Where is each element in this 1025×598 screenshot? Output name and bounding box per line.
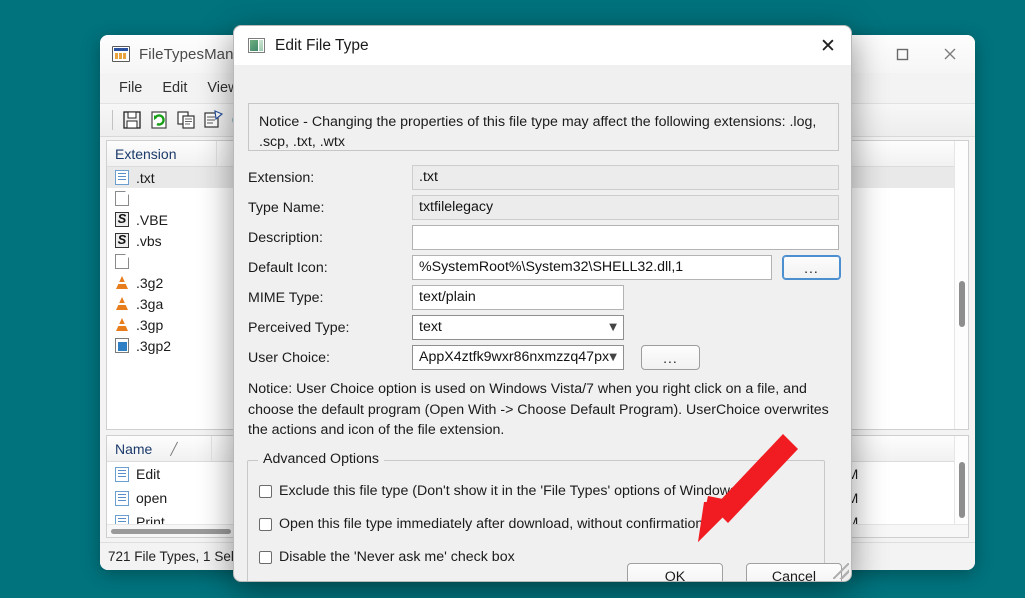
action-name: Edit bbox=[136, 466, 161, 482]
advanced-options-legend: Advanced Options bbox=[258, 451, 384, 467]
field-label-type-name: Type Name: bbox=[248, 200, 325, 216]
dialog-close-button[interactable]: ✕ bbox=[805, 26, 851, 65]
close-icon bbox=[944, 48, 956, 60]
chevron-down-icon: ▼ bbox=[609, 322, 617, 333]
default-icon-browse-button[interactable]: ... bbox=[782, 255, 841, 280]
perceived-type-select[interactable]: text ▼ bbox=[412, 315, 624, 340]
scrollbar-thumb[interactable] bbox=[959, 462, 965, 518]
filetypesman-app-icon bbox=[112, 46, 130, 62]
field-extension: Extension: .txt bbox=[248, 165, 839, 191]
checkbox-row-open-immediately[interactable]: Open this file type immediately after do… bbox=[259, 516, 703, 532]
extension-cell: .3ga bbox=[136, 295, 164, 312]
background-window-title: FileTypesMan bbox=[139, 45, 234, 63]
copy-icon[interactable] bbox=[175, 109, 197, 131]
chevron-down-icon: ▼ bbox=[609, 352, 617, 363]
blank-file-icon bbox=[115, 254, 129, 269]
sort-indicator-icon: ╱ bbox=[170, 441, 178, 456]
extensions-list-scrollbar[interactable] bbox=[954, 141, 968, 429]
notepad-icon bbox=[115, 490, 129, 506]
extension-cell: .3gp bbox=[136, 316, 164, 333]
field-label-extension: Extension: bbox=[248, 170, 315, 186]
text-file-icon bbox=[115, 170, 129, 185]
extension-cell: .VBE bbox=[136, 211, 168, 228]
edit-file-type-dialog[interactable]: Edit File Type ✕ Notice - Changing the p… bbox=[233, 25, 852, 582]
menu-item-file[interactable]: File bbox=[110, 77, 151, 99]
vlc-icon bbox=[115, 317, 129, 332]
default-icon-input[interactable]: %SystemRoot%\System32\SHELL32.dll,1 bbox=[412, 255, 772, 280]
notice-top: Notice - Changing the properties of this… bbox=[248, 103, 839, 151]
notice-bottom: Notice: User Choice option is used on Wi… bbox=[248, 381, 829, 439]
refresh-icon[interactable] bbox=[148, 109, 170, 131]
column-header-name: Name ╱ bbox=[107, 436, 212, 461]
type-name-input[interactable]: txtfilelegacy bbox=[412, 195, 839, 220]
notepad-icon bbox=[115, 466, 129, 482]
mime-type-input[interactable]: text/plain bbox=[412, 285, 624, 310]
checkbox-label-exclude: Exclude this file type (Don't show it in… bbox=[279, 483, 742, 499]
user-choice-browse-button[interactable]: ... bbox=[641, 345, 700, 370]
checkbox-row-disable-never-ask[interactable]: Disable the 'Never ask me' check box bbox=[259, 549, 515, 565]
column-header-extension[interactable]: Extension bbox=[107, 141, 217, 166]
save-icon[interactable] bbox=[121, 109, 143, 131]
user-choice-select[interactable]: AppX4ztfk9wxr86nxmzzq47px ▼ bbox=[412, 345, 624, 370]
maximize-button[interactable] bbox=[879, 35, 925, 73]
field-label-user-choice: User Choice: bbox=[248, 350, 331, 366]
cancel-button[interactable]: Cancel bbox=[746, 563, 842, 581]
toolbar-separator bbox=[112, 110, 113, 130]
perceived-type-value: text bbox=[419, 319, 442, 335]
close-button[interactable] bbox=[925, 35, 975, 73]
dialog-title: Edit File Type bbox=[275, 36, 369, 54]
field-perceived-type: Perceived Type: text ▼ bbox=[248, 315, 839, 341]
field-label-default-icon: Default Icon: bbox=[248, 260, 328, 276]
checkbox-open-immediately[interactable] bbox=[259, 517, 272, 531]
field-label-mime-type: MIME Type: bbox=[248, 290, 324, 306]
advanced-options-group: Advanced Options Exclude this file type … bbox=[247, 451, 825, 581]
checkbox-exclude[interactable] bbox=[259, 484, 272, 498]
checkbox-label-disable-never-ask: Disable the 'Never ask me' check box bbox=[279, 549, 515, 565]
vbscript-icon bbox=[115, 211, 129, 227]
extension-cell: .3g2 bbox=[136, 274, 164, 291]
dialog-titlebar[interactable]: Edit File Type ✕ bbox=[234, 26, 851, 65]
vlc-icon bbox=[115, 296, 129, 311]
field-description: Description: bbox=[248, 225, 839, 251]
field-default-icon: Default Icon: %SystemRoot%\System32\SHEL… bbox=[248, 255, 841, 281]
menu-item-edit[interactable]: Edit bbox=[153, 77, 196, 99]
properties-icon[interactable] bbox=[202, 109, 224, 131]
field-user-choice: User Choice: AppX4ztfk9wxr86nxmzzq47px ▼… bbox=[248, 345, 839, 371]
dialog-body: Notice - Changing the properties of this… bbox=[234, 65, 851, 581]
extension-cell: .3gp2 bbox=[136, 337, 172, 354]
checkbox-disable-never-ask[interactable] bbox=[259, 550, 272, 564]
maximize-icon bbox=[896, 48, 908, 60]
user-choice-value: AppX4ztfk9wxr86nxmzzq47px bbox=[419, 349, 610, 365]
extension-cell: .txt bbox=[136, 169, 155, 186]
dialog-resize-grip[interactable] bbox=[833, 563, 849, 579]
checkbox-row-exclude[interactable]: Exclude this file type (Don't show it in… bbox=[259, 483, 742, 499]
ok-button[interactable]: OK bbox=[627, 563, 723, 581]
media-file-icon bbox=[115, 338, 129, 353]
field-type-name: Type Name: txtfilelegacy bbox=[248, 195, 839, 221]
scrollbar-thumb[interactable] bbox=[111, 529, 231, 534]
actions-list-scrollbar[interactable] bbox=[954, 436, 968, 537]
extension-input[interactable]: .txt bbox=[412, 165, 839, 190]
checkbox-label-open-immediately: Open this file type immediately after do… bbox=[279, 516, 704, 532]
vbscript-icon bbox=[115, 232, 129, 248]
scrollbar-thumb[interactable] bbox=[959, 281, 965, 327]
field-label-description: Description: bbox=[248, 230, 323, 246]
description-input[interactable] bbox=[412, 225, 839, 250]
extension-cell: .vbs bbox=[136, 232, 162, 249]
field-label-perceived-type: Perceived Type: bbox=[248, 320, 350, 336]
vlc-icon bbox=[115, 275, 129, 290]
blank-file-icon bbox=[115, 191, 129, 206]
action-name: open bbox=[136, 490, 168, 506]
edit-file-type-icon bbox=[248, 38, 265, 53]
field-mime-type: MIME Type: text/plain bbox=[248, 285, 839, 311]
